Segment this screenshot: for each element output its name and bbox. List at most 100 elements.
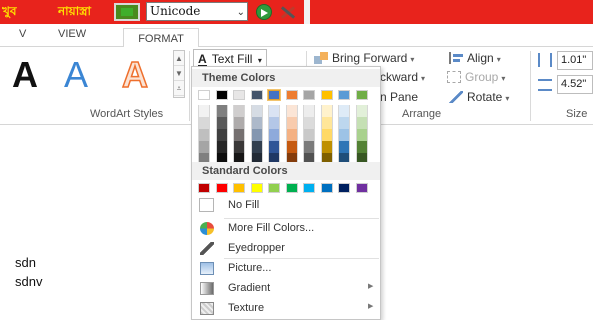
standard-color-swatch[interactable] — [355, 183, 368, 193]
theme-shade-swatch[interactable] — [338, 129, 350, 141]
theme-color-swatch[interactable] — [215, 90, 228, 100]
theme-shade-swatch[interactable] — [320, 105, 333, 117]
document-text-line[interactable]: sdnv — [15, 274, 42, 289]
chevron-down-icon[interactable]: ⌄ — [237, 4, 245, 21]
theme-shade-column — [285, 105, 298, 165]
standard-color-swatch[interactable] — [268, 183, 280, 193]
wordart-style-blue[interactable]: A — [64, 50, 88, 100]
theme-shade-swatch[interactable] — [320, 141, 333, 153]
theme-shade-swatch[interactable] — [268, 105, 280, 117]
standard-color-swatch[interactable] — [233, 183, 245, 193]
theme-shade-swatch[interactable] — [250, 129, 263, 141]
theme-shade-swatch[interactable] — [355, 105, 368, 117]
rotate-button[interactable]: Rotate ▾ — [449, 90, 509, 104]
theme-shade-swatch[interactable] — [268, 141, 280, 153]
theme-color-swatch[interactable] — [233, 90, 245, 100]
standard-color-swatch[interactable] — [198, 183, 210, 193]
theme-shade-swatch[interactable] — [303, 105, 315, 117]
theme-shade-swatch[interactable] — [355, 129, 368, 141]
theme-shade-swatch[interactable] — [355, 117, 368, 129]
theme-color-swatch[interactable] — [267, 89, 281, 101]
theme-shade-swatch[interactable] — [338, 141, 350, 153]
theme-shade-swatch[interactable] — [285, 141, 298, 153]
align-button[interactable]: Align ▾ — [449, 51, 501, 65]
keyboard-toggle-icon[interactable] — [114, 3, 140, 21]
eyedropper-item[interactable]: Eyedropper — [192, 239, 380, 259]
theme-shade-swatch[interactable] — [233, 129, 245, 141]
theme-shade-swatch[interactable] — [233, 141, 245, 153]
theme-color-swatch[interactable] — [320, 90, 333, 100]
theme-shade-swatch[interactable] — [338, 117, 350, 129]
theme-color-swatch[interactable] — [338, 90, 350, 100]
theme-color-swatch[interactable] — [303, 90, 315, 100]
standard-color-swatch[interactable] — [303, 183, 315, 193]
standard-color-swatch[interactable] — [338, 183, 350, 193]
wordart-style-orange-outline[interactable]: A — [121, 50, 149, 100]
send-backward-label: ckward — [380, 70, 419, 84]
theme-color-swatch[interactable] — [355, 90, 368, 100]
theme-shade-swatch[interactable] — [355, 141, 368, 153]
script-label[interactable]: নায়াস্ত্রা — [58, 3, 91, 20]
theme-shade-swatch[interactable] — [233, 105, 245, 117]
theme-shade-swatch[interactable] — [198, 105, 210, 117]
tab-partial[interactable]: V — [19, 28, 26, 40]
wordart-style-black[interactable]: A — [12, 50, 38, 100]
selection-pane-button[interactable]: n Pane — [380, 90, 418, 104]
top-toolbar: খুব নায়াস্ত্রা Unicode ⌄ — [0, 0, 593, 24]
theme-shade-swatch[interactable] — [303, 141, 315, 153]
scroll-up-icon[interactable]: ▲ — [174, 51, 184, 66]
theme-color-swatch[interactable] — [285, 90, 298, 100]
theme-shade-swatch[interactable] — [215, 117, 228, 129]
theme-shade-swatch[interactable] — [215, 141, 228, 153]
theme-shade-swatch[interactable] — [285, 117, 298, 129]
shape-width-input[interactable]: 4.52" — [557, 75, 593, 94]
shape-height-input[interactable]: 1.01" — [557, 51, 593, 70]
theme-color-swatch[interactable] — [250, 90, 263, 100]
theme-shade-swatch[interactable] — [215, 105, 228, 117]
more-fill-colors-item[interactable]: More Fill Colors... — [192, 219, 380, 239]
rotate-icon — [449, 91, 463, 103]
theme-shade-swatch[interactable] — [338, 105, 350, 117]
theme-shade-swatch[interactable] — [320, 129, 333, 141]
bring-forward-button[interactable]: Bring Forward ▾ — [314, 51, 414, 65]
align-label: Align — [467, 51, 494, 65]
document-text-line[interactable]: sdn — [15, 255, 36, 270]
play-icon[interactable] — [256, 4, 272, 20]
font-encoding-combo[interactable]: Unicode ⌄ — [146, 2, 248, 21]
picture-item[interactable]: Picture... — [192, 259, 380, 279]
theme-shade-swatch[interactable] — [285, 105, 298, 117]
theme-shade-swatch[interactable] — [250, 141, 263, 153]
no-fill-row-inner: No Fill — [192, 196, 380, 216]
tab-view[interactable]: VIEW — [58, 28, 86, 40]
submenu-arrow-icon: ▶ — [368, 283, 374, 290]
more-icon[interactable]: ⩡ — [174, 81, 184, 96]
standard-color-swatch[interactable] — [320, 183, 333, 193]
theme-shade-swatch[interactable] — [250, 117, 263, 129]
theme-shade-swatch[interactable] — [215, 129, 228, 141]
gradient-item[interactable]: Gradient ▶ — [192, 279, 380, 299]
tools-icon[interactable] — [278, 3, 298, 21]
standard-color-swatch[interactable] — [215, 183, 228, 193]
send-backward-button[interactable]: ckward ▾ — [380, 70, 425, 84]
theme-shade-swatch[interactable] — [250, 105, 263, 117]
theme-shade-swatch[interactable] — [268, 129, 280, 141]
theme-shade-swatch[interactable] — [285, 129, 298, 141]
scroll-down-icon[interactable]: ▼ — [174, 66, 184, 81]
theme-shade-swatch[interactable] — [320, 117, 333, 129]
theme-shade-swatch[interactable] — [303, 117, 315, 129]
theme-shade-swatch[interactable] — [198, 129, 210, 141]
theme-shade-swatch[interactable] — [198, 117, 210, 129]
theme-shade-swatch[interactable] — [198, 141, 210, 153]
no-fill-option[interactable]: No Fill — [192, 196, 380, 216]
theme-shade-swatch[interactable] — [268, 117, 280, 129]
group-button[interactable]: Group ▾ — [447, 70, 505, 84]
standard-color-swatch[interactable] — [250, 183, 263, 193]
standard-color-swatch[interactable] — [285, 183, 298, 193]
wordart-gallery-scroll[interactable]: ▲ ▼ ⩡ — [173, 50, 185, 98]
theme-color-swatch[interactable] — [198, 90, 210, 100]
texture-item[interactable]: Texture ▶ — [192, 299, 380, 319]
no-fill-label: No Fill — [228, 199, 260, 211]
theme-shade-swatch[interactable] — [303, 129, 315, 141]
theme-shade-swatch[interactable] — [233, 117, 245, 129]
theme-colors-heading: Theme Colors — [192, 69, 380, 87]
